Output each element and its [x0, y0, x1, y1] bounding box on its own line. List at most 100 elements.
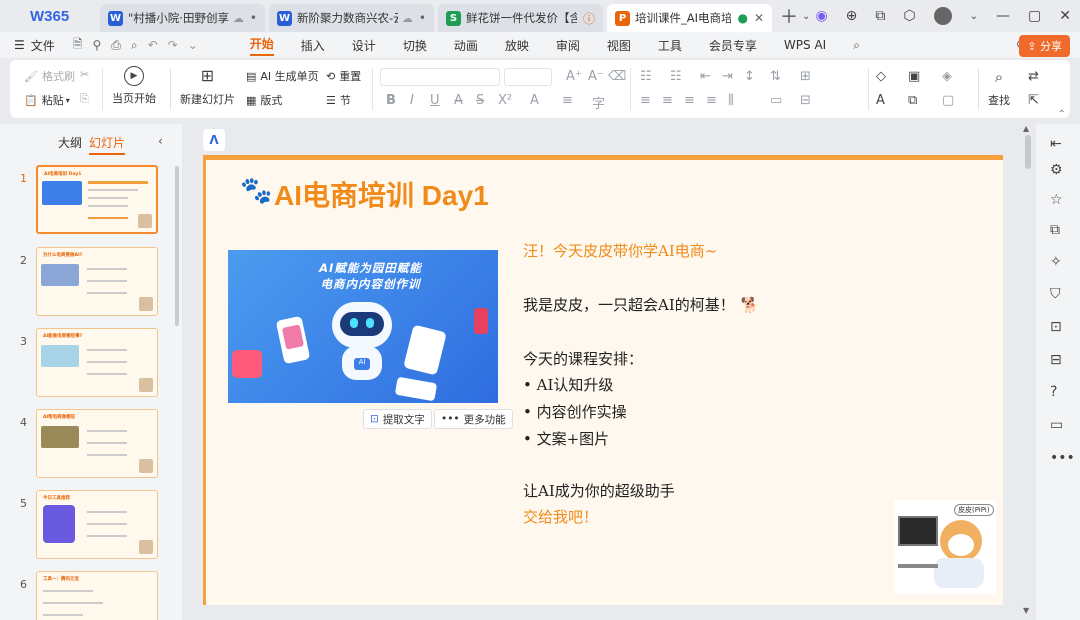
new-tab-button[interactable]: ＋ — [780, 3, 798, 29]
collapse-ribbon-icon[interactable]: ⌃ — [1058, 109, 1066, 120]
ai-single-button[interactable]: ▤ AI 生成单页 — [246, 68, 319, 84]
picture-icon[interactable]: ▣ — [908, 69, 920, 84]
help-icon[interactable]: ? — [1050, 384, 1057, 400]
closing-line-1[interactable]: 让AI成为你的超级助手 — [523, 480, 675, 501]
bullets-icon[interactable]: ☷ — [640, 69, 652, 84]
columns-icon[interactable]: ⫼ — [728, 93, 734, 108]
preview-icon[interactable]: ⌕ — [131, 38, 138, 53]
chevron-down-icon[interactable]: ⌄ — [970, 11, 978, 22]
menu-transition[interactable]: 切换 — [403, 37, 427, 54]
comment-icon[interactable]: ▭ — [1050, 417, 1063, 433]
redo-icon[interactable]: ↷ — [168, 38, 178, 52]
slide-title[interactable]: AI电商培训 Day1 — [274, 174, 489, 214]
tab-doc-2[interactable]: W 新阶聚力数商兴农-云 ☁ • — [269, 4, 434, 32]
intro-line[interactable]: 我是皮皮，一只超会AI的柯基！ 🐕 — [523, 294, 759, 315]
magic-icon[interactable]: ✧ — [1050, 254, 1062, 270]
bold-icon[interactable]: B — [386, 93, 396, 108]
ai-robot-image[interactable]: AI赋能为园田赋能 电商内内容创作训 AI — [228, 250, 498, 403]
greeting-text[interactable]: 汪！今天皮皮带你学AI电商~ — [523, 240, 717, 261]
font-color-icon[interactable]: A — [530, 93, 539, 108]
from-current-button[interactable]: ▶ 当页开始 — [112, 66, 156, 106]
superscript-icon[interactable]: X² — [498, 93, 512, 108]
closing-line-2[interactable]: 交给我吧！ — [523, 506, 598, 527]
adjust-icon[interactable]: ⚙ — [1050, 162, 1063, 178]
strikethrough-icon[interactable]: A̶ — [454, 93, 463, 108]
outdent-icon[interactable]: ⇥ — [722, 69, 733, 84]
shirt-icon[interactable]: ⛉ — [1050, 286, 1061, 302]
menu-view[interactable]: 视图 — [607, 37, 631, 54]
canvas-scrollbar[interactable] — [1025, 135, 1031, 169]
text-direction-icon[interactable]: ⇅ — [770, 69, 781, 84]
smartart-icon[interactable]: ⊞ — [800, 69, 811, 84]
underline-icon[interactable]: U — [430, 93, 440, 108]
more-functions-button[interactable]: ••• 更多功能 — [434, 409, 513, 429]
menu-animation[interactable]: 动画 — [454, 37, 478, 54]
more-tools-icon[interactable]: ••• — [1050, 450, 1075, 466]
hamburger-icon[interactable]: ☰ — [14, 38, 25, 52]
textbox-insert-icon[interactable]: A — [876, 93, 885, 108]
align-text-icon[interactable]: ⊟ — [800, 93, 811, 108]
undo-icon[interactable]: ↶ — [148, 38, 158, 52]
sidebar-scrollbar[interactable] — [175, 166, 179, 326]
close-icon[interactable]: ✕ — [754, 11, 764, 25]
align-center-icon[interactable]: ≡ — [662, 93, 673, 108]
outline-icon[interactable]: ▢ — [942, 93, 954, 108]
file-menu[interactable]: 文件 — [31, 37, 55, 54]
menu-slideshow[interactable]: 放映 — [505, 37, 529, 54]
align-right-icon[interactable]: ≡ — [684, 93, 695, 108]
replace-icon[interactable]: ⇄ — [1028, 69, 1039, 84]
search-icon[interactable]: ⌕ — [853, 38, 860, 53]
slide-thumbnail-3[interactable]: AI能做电商哪些事? — [36, 328, 158, 397]
close-window-icon[interactable]: ✕ — [1059, 8, 1071, 24]
window-icon[interactable]: ⧉ — [875, 8, 885, 24]
fill-icon[interactable]: ◈ — [942, 69, 952, 84]
find-button[interactable]: ⌕ 查找 — [988, 68, 1010, 108]
text-box-icon[interactable]: ▭ — [770, 93, 782, 108]
grow-font-icon[interactable]: A⁺ — [566, 69, 582, 84]
close-icon[interactable]: • — [250, 11, 257, 25]
menu-design[interactable]: 设计 — [352, 37, 376, 54]
avatar[interactable] — [933, 7, 952, 25]
slide-thumbnail-5[interactable]: 今日工具推荐 — [36, 490, 158, 559]
tab-outline[interactable]: 大纲 — [58, 134, 82, 151]
menu-member[interactable]: 会员专享 — [709, 37, 757, 54]
image-edit-icon[interactable]: ⊡ — [1050, 319, 1062, 335]
line-spacing-icon[interactable]: ↕ — [744, 69, 755, 84]
ai-icon[interactable]: ◉ — [815, 8, 827, 24]
justify-icon[interactable]: ≡ — [706, 93, 717, 108]
tab-slides[interactable]: 幻灯片 — [89, 134, 126, 155]
cube-icon[interactable]: ⬡ — [903, 8, 915, 24]
italic-icon[interactable]: I — [410, 93, 414, 108]
align-left-icon[interactable]: ≡ — [640, 93, 651, 108]
tab-doc-4[interactable]: P 培训课件_AI电商培训 ● ✕ — [607, 4, 772, 32]
slide-thumbnail-2[interactable]: 为什么电商要做AI? — [36, 247, 158, 316]
print-icon[interactable]: ⎙ — [111, 38, 121, 53]
menu-home[interactable]: 开始 — [249, 35, 274, 56]
menu-insert[interactable]: 插入 — [301, 37, 325, 54]
extract-text-button[interactable]: ⊡ 提取文字 — [363, 409, 432, 429]
schedule-item-2[interactable]: • 内容创作实操 — [523, 401, 627, 422]
slide-thumbnail-6[interactable]: 工具一：腾讯元宝 — [36, 571, 158, 620]
format-painter-button[interactable]: 🖌 格式刷 — [24, 68, 75, 84]
tab-doc-1[interactable]: W "村播小院·田野创享 ☁ • — [100, 4, 265, 32]
slide-canvas[interactable]: 🐾 AI电商培训 Day1 AI赋能为园田赋能 电商内内容创作训 AI ⊡ 提取… — [203, 155, 1003, 605]
reset-button[interactable]: ⟲ 重置 — [326, 68, 361, 84]
menu-wps-ai[interactable]: WPS AI — [784, 38, 826, 52]
close-icon[interactable]: • — [419, 11, 426, 25]
collapse-sidebar-icon[interactable]: ‹ — [158, 134, 163, 148]
chat-icon[interactable]: ⊕ — [846, 8, 858, 24]
wps-ai-float-icon[interactable]: Ʌ — [203, 129, 225, 151]
schedule-title[interactable]: 今天的课程安排： — [523, 348, 643, 369]
menu-review[interactable]: 审阅 — [556, 37, 580, 54]
app-logo[interactable]: W365 — [0, 0, 100, 32]
star-icon[interactable]: ☆ — [1050, 192, 1063, 208]
minimize-icon[interactable]: — — [996, 8, 1010, 24]
new-slide-button[interactable]: ⊞ 新建幻灯片 — [180, 66, 235, 107]
font-family-select[interactable] — [380, 68, 500, 86]
maximize-icon[interactable]: ▢ — [1028, 8, 1041, 24]
scroll-up-icon[interactable]: ▲ — [1023, 124, 1029, 133]
char-spacing-icon[interactable]: 字 — [592, 93, 605, 112]
s-strike-icon[interactable]: S̶ — [476, 93, 484, 108]
indent-icon[interactable]: ⇤ — [700, 69, 711, 84]
font-size-select[interactable] — [504, 68, 552, 86]
